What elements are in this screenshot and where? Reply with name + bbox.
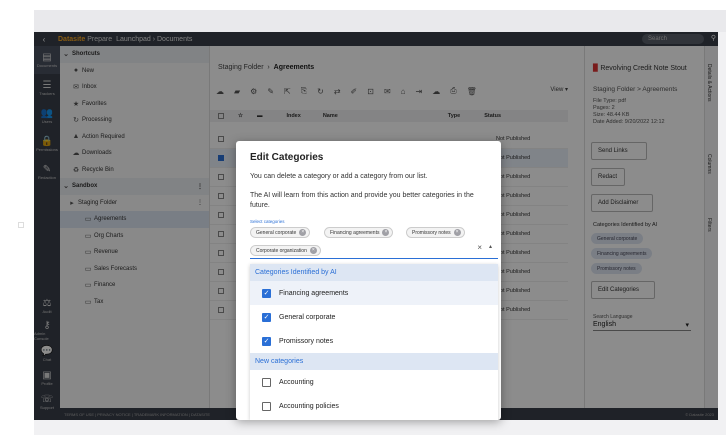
- checkbox-icon[interactable]: [262, 401, 271, 411]
- category-chip: Corporate organization ×: [250, 245, 321, 256]
- group-ai-categories: Categories Identified by AI: [250, 264, 498, 281]
- dialog-ai-note: The AI will learn from this action and p…: [250, 192, 474, 209]
- chip-remove-icon[interactable]: ×: [382, 229, 390, 236]
- select-categories-label: Select categories: [250, 219, 285, 224]
- chip-label: Financing agreements: [330, 229, 380, 236]
- clear-icon[interactable]: ×: [477, 243, 482, 252]
- chip-label: General corporate: [256, 229, 297, 236]
- category-chip: Promissory notes ×: [406, 227, 465, 238]
- chip-label: Corporate organization: [256, 247, 307, 254]
- checkbox-checked-icon[interactable]: ✓: [262, 288, 271, 298]
- top-band: [34, 10, 726, 32]
- group-new-categories: New categories: [250, 353, 498, 370]
- option-accounting-policies[interactable]: Accounting policies: [250, 394, 498, 418]
- category-chip: Financing agreements ×: [324, 227, 394, 238]
- categories-dropdown: Categories Identified by AI ✓ Financing a…: [250, 264, 498, 420]
- option-promissory-notes[interactable]: ✓ Promissory notes: [250, 329, 498, 353]
- checkbox-icon[interactable]: [262, 377, 271, 387]
- checkbox-checked-icon[interactable]: ✓: [262, 312, 271, 322]
- chevron-up-icon[interactable]: ▴: [489, 243, 492, 250]
- category-chip: General corporate ×: [250, 227, 311, 238]
- categories-multiselect[interactable]: General corporate × Financing agreements ×…: [250, 226, 498, 259]
- option-label: Financing agreements: [279, 289, 349, 297]
- chip-remove-icon[interactable]: ×: [309, 247, 317, 254]
- checkbox-checked-icon[interactable]: ✓: [262, 336, 271, 346]
- option-general-corporate[interactable]: ✓ General corporate: [250, 305, 498, 329]
- edit-categories-dialog: Edit Categories You can delete a categor…: [236, 141, 501, 420]
- chip-remove-icon[interactable]: ×: [299, 229, 307, 236]
- chip-remove-icon[interactable]: ×: [453, 229, 461, 236]
- dialog-instructions: You can delete a category or add a categ…: [250, 173, 428, 180]
- option-label: General corporate: [279, 313, 336, 321]
- left-edge-marker: [18, 222, 24, 228]
- option-financing-agreements[interactable]: ✓ Financing agreements: [250, 281, 498, 305]
- option-label: Accounting policies: [279, 402, 339, 410]
- option-accounting[interactable]: Accounting: [250, 370, 498, 394]
- option-label: Promissory notes: [279, 337, 334, 345]
- dialog-title: Edit Categories: [250, 152, 324, 163]
- chip-label: Promissory notes: [412, 229, 451, 236]
- option-label: Accounting: [279, 378, 314, 386]
